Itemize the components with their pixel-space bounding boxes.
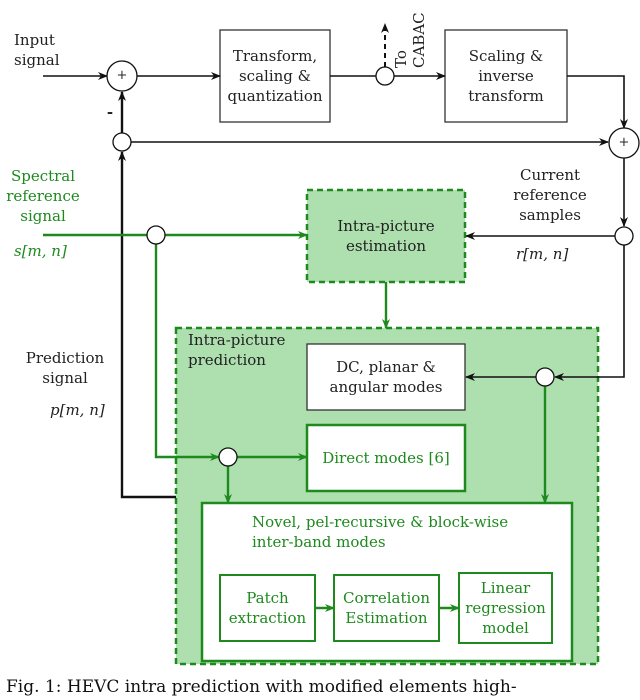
- prediction-signal-label: Prediction signal: [25, 349, 105, 387]
- plus-sign-reconstruction: +: [618, 135, 630, 150]
- novel-modes-label: Novel, pel-recursive & block-wise inter-b…: [252, 513, 509, 551]
- input-signal-label: Input signal: [14, 31, 60, 69]
- prediction-math: p[m, n]: [50, 401, 105, 419]
- branch-node-spectral: [146, 225, 166, 245]
- branch-node-current: [614, 226, 634, 246]
- dc-planar-label: DC, planar & angular modes: [329, 358, 443, 396]
- spectral-math: s[m, n]: [14, 242, 67, 260]
- scaling-inverse-label: Scaling & inverse transform: [468, 47, 544, 105]
- spectral-reference-label: Spectral reference signal: [6, 167, 80, 225]
- branch-node-prediction: [112, 132, 132, 152]
- direct-modes-label: Direct modes [6]: [322, 449, 450, 467]
- figure-caption: Fig. 1: HEVC intra prediction with modif…: [6, 677, 517, 697]
- correlation-estimation-label: Correlation Estimation: [343, 589, 430, 627]
- intra-prediction-group-label: Intra-picture prediction: [188, 331, 286, 369]
- current-reference-label: Current reference samples: [513, 166, 587, 224]
- intra-estimation-label: Intra-picture estimation: [337, 217, 435, 255]
- minus-sign: -: [106, 103, 114, 121]
- branch-node-direct: [218, 447, 238, 467]
- to-cabac-label: To CABAC: [392, 12, 428, 68]
- plus-sign-input: +: [116, 68, 128, 83]
- branch-node-cabac: [375, 66, 395, 86]
- current-math: r[m, n]: [516, 245, 569, 263]
- branch-node-dc: [535, 367, 555, 387]
- linear-regression-label: Linear regression model: [465, 579, 546, 637]
- transform-label: Transform, scaling & quantization: [227, 47, 323, 105]
- patch-extraction-label: Patch extraction: [228, 589, 307, 627]
